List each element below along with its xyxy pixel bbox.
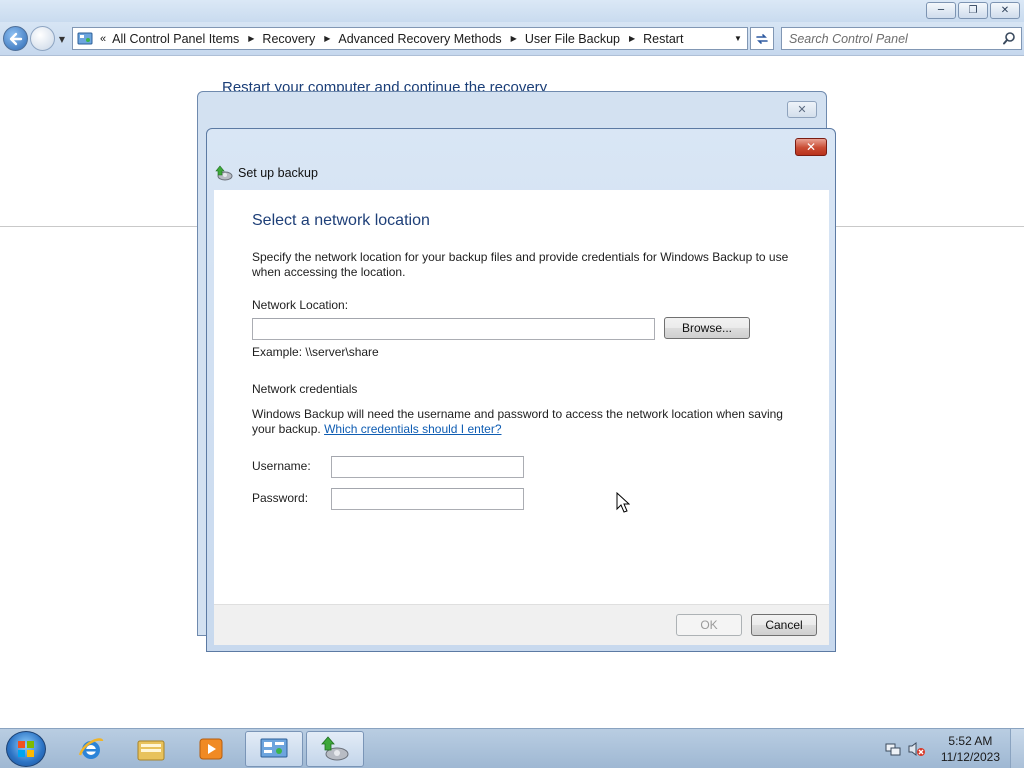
credentials-heading: Network credentials [252,382,358,396]
breadcrumb-overflow[interactable]: « [100,33,106,45]
address-bar[interactable]: « All Control Panel Items ▶ Recovery ▶ A… [72,27,748,50]
backup-icon [321,736,349,761]
breadcrumb-separator-icon[interactable]: ▶ [248,34,254,43]
restore-button[interactable]: ❐ [958,2,988,19]
taskbar-control-panel[interactable] [245,731,303,767]
taskbar-backup[interactable] [306,731,364,767]
breadcrumb-all-control-panel-items[interactable]: All Control Panel Items [112,32,239,46]
refresh-button[interactable] [750,27,774,50]
breadcrumb-recovery[interactable]: Recovery [262,32,315,46]
taskbar: 5:52 AM 11/12/2023 [0,728,1024,768]
minimize-button[interactable]: ─ [926,2,956,19]
setup-backup-dialog: ✕ Set up backup Select a network locatio… [206,128,836,652]
search-icon[interactable] [1002,31,1016,45]
username-field[interactable] [331,456,524,478]
dialog-titlebar: Set up backup [215,164,318,182]
address-dropdown-icon[interactable]: ▼ [732,28,744,49]
username-label: Username: [252,459,311,473]
network-location-field[interactable] [252,318,655,340]
taskbar-windows-explorer[interactable] [122,731,180,767]
internet-explorer-icon [78,738,104,759]
password-label: Password: [252,491,309,505]
network-location-label: Network Location: [252,298,349,312]
dialog-close-button[interactable]: ✕ [795,138,827,156]
breadcrumb-advanced-recovery-methods[interactable]: Advanced Recovery Methods [338,32,501,46]
clock-date: 11/12/2023 [940,750,1000,764]
control-panel-icon [260,738,288,758]
password-field[interactable] [331,488,524,510]
breadcrumb-separator-icon[interactable]: ▶ [324,34,330,43]
dialog-heading: Select a network location [252,212,430,229]
forward-button[interactable] [30,26,55,51]
dialog-footer: OK Cancel [214,604,829,645]
control-panel-icon [77,31,93,47]
dialog-title: Set up backup [238,166,318,180]
media-player-icon [199,738,223,760]
dialog-description: Specify the network location for your ba… [252,250,789,279]
background-dialog-close-button[interactable]: ✕ [787,101,817,118]
start-button[interactable] [6,731,46,767]
credentials-help-link[interactable]: Which credentials should I enter? [324,422,501,436]
volume-muted-icon[interactable] [908,740,926,758]
recent-pages-dropdown[interactable]: ▼ [57,34,67,44]
back-button[interactable] [3,26,28,51]
refresh-icon [756,33,768,44]
breadcrumb-restart[interactable]: Restart [643,32,683,46]
taskbar-internet-explorer[interactable] [62,731,120,767]
ok-button[interactable]: OK [676,614,742,636]
credentials-description: Windows Backup will need the username an… [252,407,797,437]
breadcrumb: All Control Panel Items ▶ Recovery ▶ Adv… [112,32,683,46]
system-tray: 5:52 AM 11/12/2023 [881,729,1024,768]
window-titlebar: ─ ❐ ✕ [0,0,1024,22]
search-input[interactable] [782,28,992,49]
taskbar-media-player[interactable] [182,731,240,767]
clock-time: 5:52 AM [948,734,993,748]
caption-buttons: ─ ❐ ✕ [926,2,1020,19]
show-desktop-button[interactable] [1010,729,1024,768]
windows-explorer-icon [137,740,165,761]
back-arrow-icon [9,32,22,45]
mouse-cursor-icon [616,492,630,513]
search-box[interactable] [781,27,1022,50]
breadcrumb-separator-icon[interactable]: ▶ [511,34,517,43]
cancel-button[interactable]: Cancel [751,614,817,636]
navigation-bar: ▼ « All Control Panel Items ▶ Recovery ▶… [0,22,1024,56]
system-clock[interactable]: 5:52 AM 11/12/2023 [941,733,1000,765]
close-window-button[interactable]: ✕ [990,2,1020,19]
breadcrumb-user-file-backup[interactable]: User File Backup [525,32,620,46]
dialog-body: Select a network location Specify the ne… [214,190,829,604]
network-icon[interactable] [884,740,902,758]
browse-button[interactable]: Browse... [664,317,750,339]
breadcrumb-separator-icon[interactable]: ▶ [629,34,635,43]
example-text: Example: \\server\share [252,345,379,359]
windows-logo-icon [18,741,34,757]
backup-icon [215,165,233,181]
